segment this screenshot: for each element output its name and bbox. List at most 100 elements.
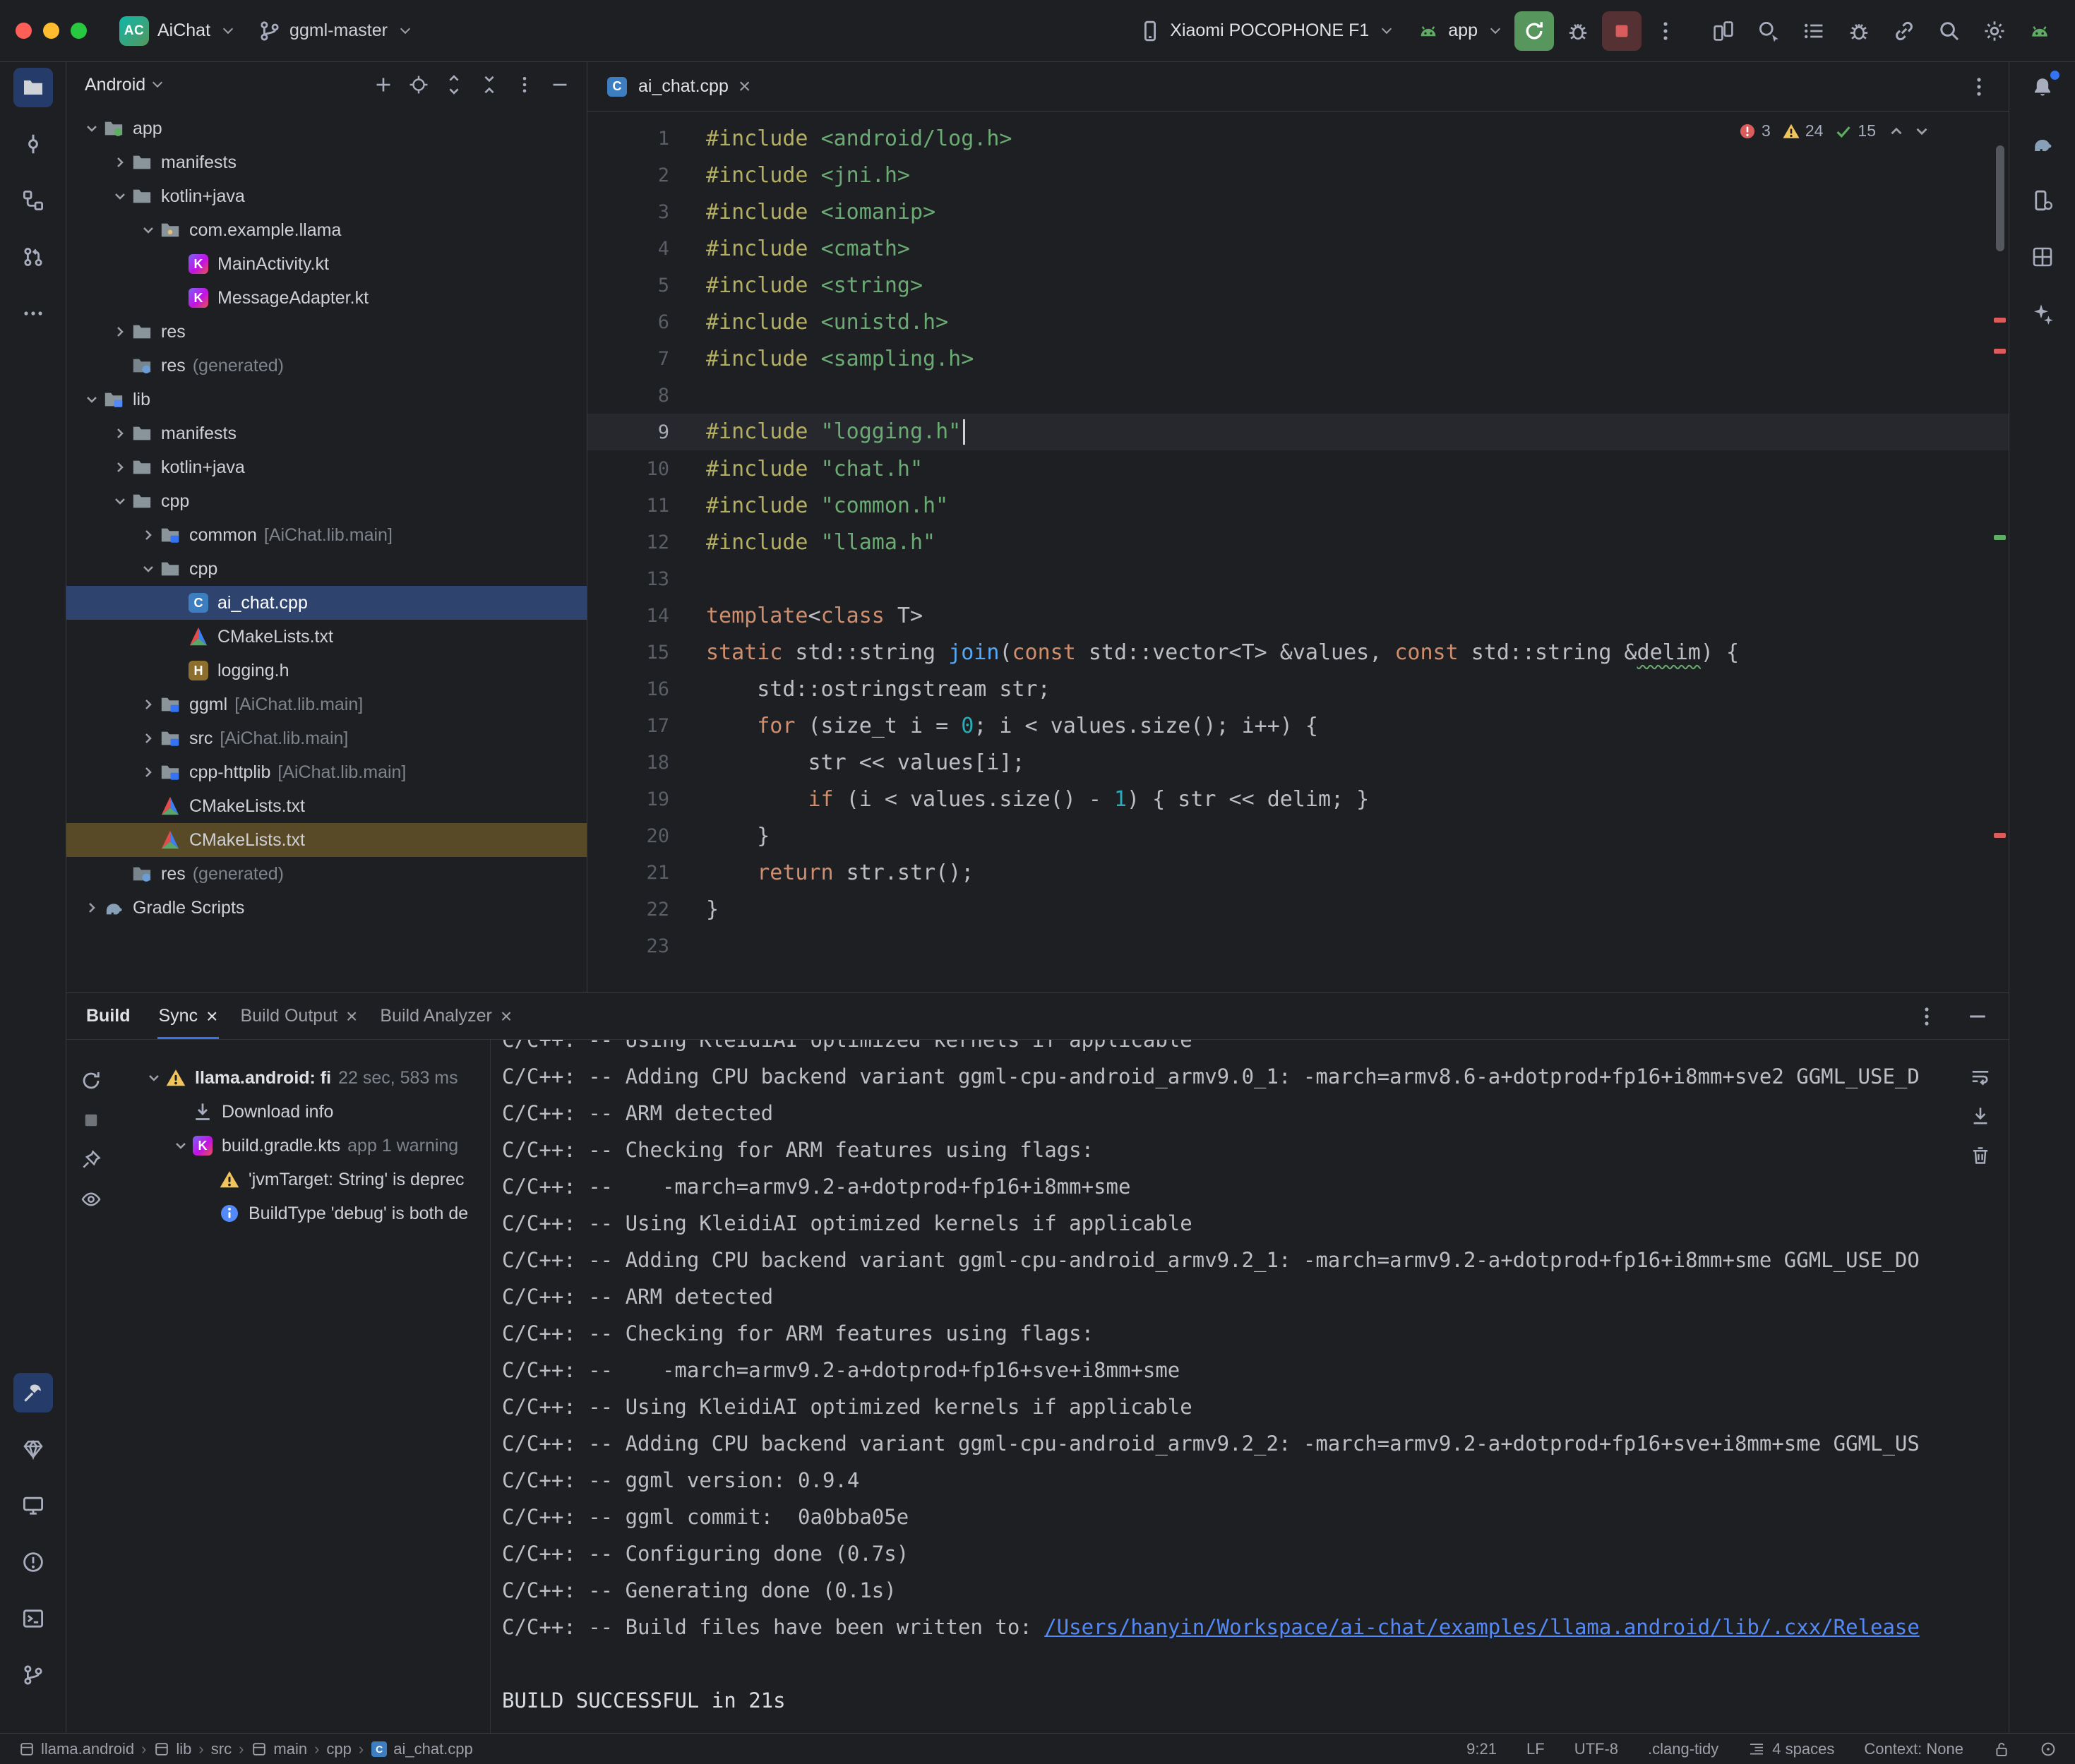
tree-item-kotlin-java[interactable]: kotlin+java	[66, 450, 587, 484]
more-options-button[interactable]	[509, 69, 540, 100]
tree-item-lib[interactable]: lib	[66, 383, 587, 416]
vcs-branch-widget[interactable]: ggml-master	[247, 13, 420, 49]
prev-problem-icon[interactable]	[1887, 122, 1906, 140]
line-number[interactable]: 8	[587, 385, 706, 407]
version-control-tool-button[interactable]	[13, 1655, 53, 1695]
device-manager-tool-button[interactable]	[2023, 181, 2062, 220]
rerun-button[interactable]	[1514, 11, 1554, 51]
tree-item-mainactivity-kt[interactable]: KMainActivity.kt	[66, 247, 587, 281]
chevron-right-icon[interactable]	[138, 764, 158, 781]
build-tool-button[interactable]	[13, 1373, 53, 1412]
tree-item-cpp[interactable]: cpp	[66, 552, 587, 586]
tree-item-app[interactable]: app	[66, 112, 587, 145]
build-console[interactable]: C/C++: -- Using KleidiAI optimized kerne…	[490, 1040, 2009, 1733]
code-line-20[interactable]: 20 }	[587, 817, 2009, 854]
tree-item-src[interactable]: src[AiChat.lib.main]	[66, 721, 587, 755]
breadcrumb-lib[interactable]: lib	[153, 1740, 191, 1758]
stop-button[interactable]	[1602, 11, 1642, 51]
pull-requests-tool-button[interactable]	[13, 237, 53, 277]
line-number[interactable]: 5	[587, 275, 706, 296]
tree-item-logging-h[interactable]: Hlogging.h	[66, 654, 587, 688]
tree-item-res[interactable]: res	[66, 315, 587, 349]
line-number[interactable]: 6	[587, 311, 706, 333]
editor-tab-ai-chat-cpp[interactable]: C ai_chat.cpp ×	[587, 62, 769, 111]
fullscreen-window-button[interactable]	[71, 23, 87, 39]
chevron-down-icon[interactable]	[82, 120, 102, 137]
chevron-right-icon[interactable]	[82, 899, 102, 916]
tree-item-cmakelists-txt[interactable]: CMakeLists.txt	[66, 789, 587, 823]
problems-tool-button[interactable]	[13, 1542, 53, 1582]
line-number[interactable]: 4	[587, 238, 706, 260]
code-line-3[interactable]: 3#include <iomanip>	[587, 193, 2009, 230]
close-tab-icon[interactable]: ×	[206, 1007, 217, 1026]
chevron-right-icon[interactable]	[138, 730, 158, 747]
more-tools-tool-button[interactable]	[13, 294, 53, 333]
error-stripe[interactable]	[1994, 349, 2006, 354]
tree-item-messageadapter-kt[interactable]: KMessageAdapter.kt	[66, 281, 587, 315]
code-line-13[interactable]: 13	[587, 560, 2009, 597]
pin-tab-button[interactable]	[76, 1144, 107, 1175]
line-number[interactable]: 20	[587, 825, 706, 847]
breadcrumb-main[interactable]: main	[251, 1740, 307, 1758]
lock-widget[interactable]	[1993, 1741, 2010, 1758]
caret-position-widget[interactable]: 9:21	[1466, 1740, 1497, 1758]
pair-devices-button[interactable]	[1704, 11, 1743, 51]
line-number[interactable]: 21	[587, 862, 706, 884]
tree-item-cpp[interactable]: cpp	[66, 484, 587, 518]
context-widget[interactable]: Context: None	[1864, 1740, 1963, 1758]
code-line-8[interactable]: 8	[587, 377, 2009, 414]
code-line-5[interactable]: 5#include <string>	[587, 267, 2009, 304]
line-number[interactable]: 3	[587, 201, 706, 223]
line-separator-widget[interactable]: LF	[1526, 1740, 1545, 1758]
project-view-selector[interactable]: Android	[78, 71, 168, 100]
clear-console-button[interactable]	[1965, 1140, 1996, 1171]
chevron-right-icon[interactable]	[110, 459, 130, 476]
structure-tool-button[interactable]	[13, 181, 53, 220]
chevron-down-icon[interactable]	[110, 188, 130, 205]
chevron-right-icon[interactable]	[110, 154, 130, 171]
code-line-2[interactable]: 2#include <jni.h>	[587, 157, 2009, 193]
tree-item-cmakelists-txt[interactable]: CMakeLists.txt	[66, 823, 587, 857]
chevron-down-icon[interactable]	[171, 1137, 191, 1154]
error-stripe[interactable]	[1994, 318, 2006, 323]
breadcrumb-cpp[interactable]: cpp	[326, 1740, 351, 1758]
search-everywhere-button[interactable]	[1930, 11, 1969, 51]
tree-item-llama-android-fi[interactable]: llama.android: fi22 sec, 583 ms	[116, 1061, 490, 1095]
tab-build-output[interactable]: Build Output×	[229, 993, 369, 1039]
expand-all-button[interactable]	[438, 69, 470, 100]
breadcrumb-src[interactable]: src	[211, 1740, 232, 1758]
tree-item-build-gradle-kts[interactable]: Kbuild.gradle.ktsapp 1 warning	[116, 1129, 490, 1163]
code-line-10[interactable]: 10#include "chat.h"	[587, 450, 2009, 487]
inspections-widget[interactable]: 3 24 15	[1738, 121, 1931, 140]
tree-item-ai-chat-cpp[interactable]: Cai_chat.cpp	[66, 586, 587, 620]
editor-scrollbar[interactable]	[1996, 145, 2004, 251]
line-number[interactable]: 12	[587, 532, 706, 553]
running-devices-tool-button[interactable]	[13, 1486, 53, 1525]
debug-button[interactable]	[1558, 11, 1598, 51]
code-line-17[interactable]: 17 for (size_t i = 0; i < values.size();…	[587, 707, 2009, 744]
editor-options-button[interactable]	[1959, 67, 1999, 107]
tree-item-common[interactable]: common[AiChat.lib.main]	[66, 518, 587, 552]
line-number[interactable]: 18	[587, 752, 706, 774]
line-number[interactable]: 22	[587, 899, 706, 920]
ai-assistant-tool-button[interactable]	[2023, 294, 2062, 333]
line-number[interactable]: 14	[587, 605, 706, 627]
gradle-tool-button[interactable]	[2023, 124, 2062, 164]
line-number[interactable]: 16	[587, 678, 706, 700]
build-options-button[interactable]	[1910, 1000, 1944, 1033]
code-line-15[interactable]: 15static std::string join(const std::vec…	[587, 634, 2009, 671]
view-options-button[interactable]	[76, 1184, 107, 1215]
encoding-widget[interactable]: UTF-8	[1574, 1740, 1618, 1758]
chevron-down-icon[interactable]	[144, 1069, 164, 1086]
run-config-selector[interactable]: app	[1406, 13, 1510, 49]
terminal-tool-button[interactable]	[13, 1599, 53, 1638]
more-run-actions-button[interactable]	[1646, 11, 1685, 51]
tab-build-analyzer[interactable]: Build Analyzer×	[369, 993, 523, 1039]
tab-sync[interactable]: Sync×	[148, 993, 229, 1039]
chevron-down-icon[interactable]	[138, 560, 158, 577]
tree-item-jvmtarget-string-is-deprec[interactable]: 'jvmTarget: String' is deprec	[116, 1163, 490, 1196]
attach-debugger-button[interactable]	[1839, 11, 1879, 51]
close-window-button[interactable]	[16, 23, 32, 39]
tree-item-res[interactable]: res(generated)	[66, 349, 587, 383]
search-actions-button[interactable]	[1749, 11, 1788, 51]
